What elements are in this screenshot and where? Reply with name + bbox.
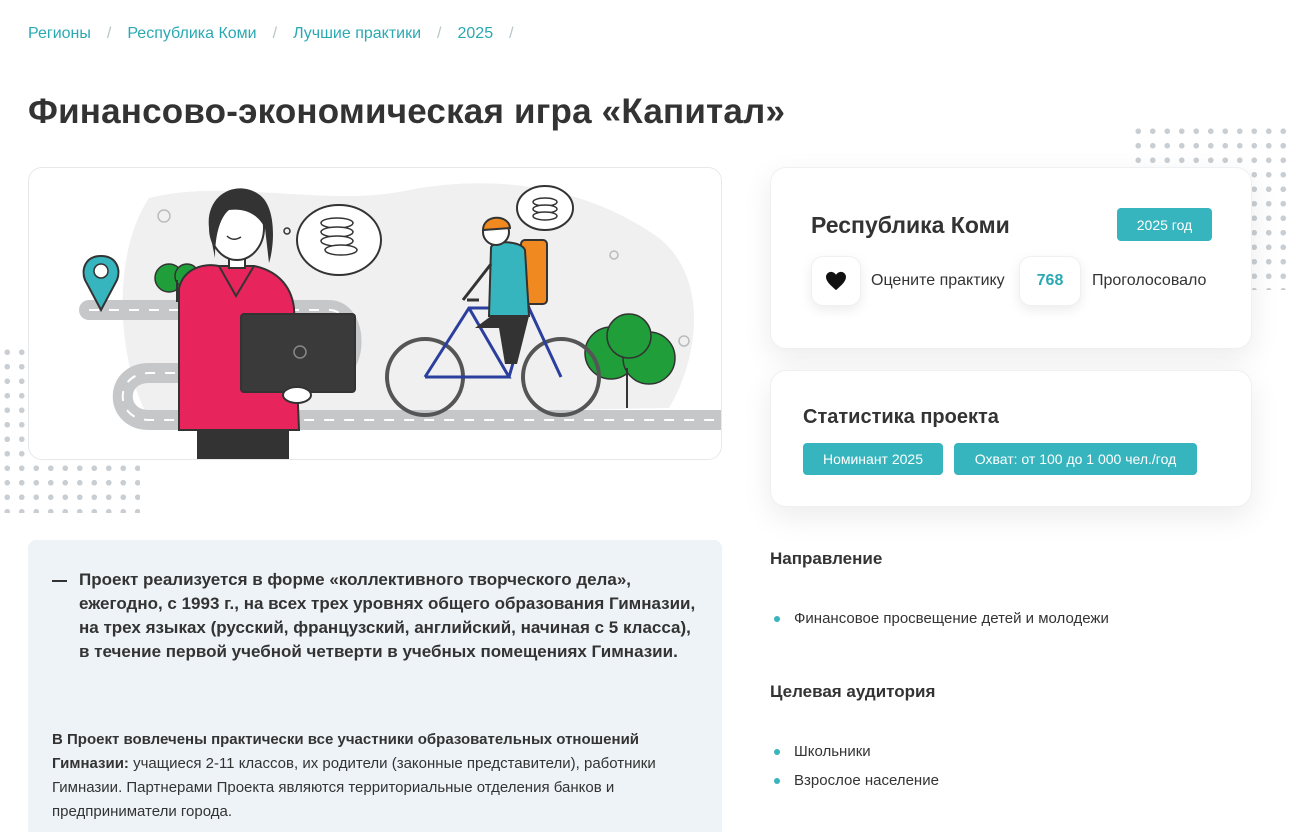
heart-icon bbox=[826, 271, 846, 291]
nominant-tag: Номинант 2025 bbox=[803, 443, 943, 475]
region-name: Республика Коми bbox=[811, 212, 1010, 238]
body-text: учащиеся 2-11 классов, их родители (зако… bbox=[52, 755, 656, 820]
bullet-dot bbox=[774, 777, 780, 784]
region-card: Республика Коми 2025 год Оцените практик… bbox=[770, 167, 1252, 349]
lead-paragraph: Проект реализуется в форме «коллективног… bbox=[79, 570, 696, 661]
project-illustration bbox=[28, 167, 722, 460]
audience-item: Взрослое население bbox=[774, 772, 939, 789]
audience-item-label: Взрослое население bbox=[794, 772, 939, 789]
rate-practice-label: Оцените практику bbox=[871, 272, 1005, 289]
body-paragraph: В Проект вовлечены практически все участ… bbox=[52, 728, 702, 824]
direction-item-label: Финансовое просвещение детей и молодежи bbox=[794, 610, 1109, 627]
breadcrumb-year[interactable]: 2025 bbox=[458, 25, 494, 43]
voted-label: Проголосовало bbox=[1092, 272, 1207, 289]
bullet-dot bbox=[774, 748, 780, 755]
bullet-dot bbox=[774, 615, 780, 622]
description-panel: Проект реализуется в форме «коллективног… bbox=[28, 540, 722, 832]
breadcrumb-separator: / bbox=[106, 25, 112, 42]
illustration-svg bbox=[79, 183, 721, 459]
lead-dash bbox=[52, 580, 67, 582]
breadcrumb-regions[interactable]: Регионы bbox=[28, 25, 91, 43]
breadcrumb-separator: / bbox=[272, 25, 278, 42]
breadcrumb: Регионы / Республика Коми / Лучшие практ… bbox=[28, 25, 530, 43]
coins-bubble bbox=[516, 185, 574, 231]
breadcrumb-region[interactable]: Республика Коми bbox=[127, 25, 256, 43]
breadcrumb-separator: / bbox=[437, 25, 442, 42]
stats-card: Статистика проекта Номинант 2025 Охват: … bbox=[770, 370, 1252, 507]
page-title: Финансово-экономическая игра «Капитал» bbox=[28, 92, 786, 131]
breadcrumb-best-practices[interactable]: Лучшие практики bbox=[293, 25, 421, 43]
reach-tag: Охват: от 100 до 1 000 чел./год bbox=[954, 443, 1197, 475]
audience-title: Целевая аудитория bbox=[770, 682, 936, 701]
direction-title: Направление bbox=[770, 549, 883, 568]
vote-count: 768 bbox=[1019, 256, 1081, 306]
stats-title: Статистика проекта bbox=[803, 406, 999, 428]
direction-item: Финансовое просвещение детей и молодежи bbox=[774, 610, 1109, 627]
like-button[interactable] bbox=[811, 256, 861, 306]
audience-item: Школьники bbox=[774, 743, 871, 760]
year-badge: 2025 год bbox=[1117, 208, 1212, 241]
breadcrumb-separator: / bbox=[509, 25, 514, 42]
audience-item-label: Школьники bbox=[794, 743, 871, 760]
